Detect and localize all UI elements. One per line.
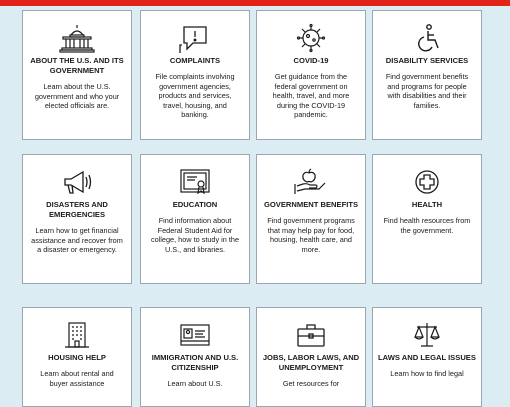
topic-description: Learn about the U.S. government and who … (34, 82, 120, 111)
capitol-building-icon (57, 23, 97, 53)
topic-description: Learn how to get financial assistance an… (31, 226, 123, 255)
topic-description: Learn how to find legal (390, 369, 464, 378)
topic-card-health[interactable]: HEALTH Find health resources from the go… (372, 154, 482, 284)
topic-card-disasters-emergencies[interactable]: DISASTERS AND EMERGENCIES Learn how to g… (22, 154, 132, 284)
topic-description: Find health resources from the governmen… (383, 216, 471, 235)
topic-description: Learn about U.S. (167, 379, 223, 388)
topic-title: IMMIGRATION AND U.S. CITIZENSHIP (151, 353, 239, 372)
id-card-icon (175, 320, 215, 350)
topic-card-covid-19[interactable]: COVID-19 Get guidance from the federal g… (256, 10, 366, 140)
topics-grid: ABOUT THE U.S. AND ITS GOVERNMENT Learn … (0, 0, 510, 407)
topic-title: GOVERNMENT BENEFITS (263, 200, 359, 209)
topic-card-government-benefits[interactable]: GOVERNMENT BENEFITS Find government prog… (256, 154, 366, 284)
topic-title: HEALTH (411, 200, 443, 209)
accessibility-icon (407, 23, 447, 53)
health-cross-icon (407, 167, 447, 197)
virus-icon (291, 23, 331, 53)
topic-title: JOBS, LABOR LAWS, AND UNEMPLOYMENT (262, 353, 360, 372)
topic-title: EDUCATION (172, 200, 218, 209)
topic-card-about-government[interactable]: ABOUT THE U.S. AND ITS GOVERNMENT Learn … (22, 10, 132, 140)
topic-description: Learn about rental and buyer assistance (40, 369, 114, 388)
topic-description: File complaints involving government age… (155, 72, 235, 120)
topic-title: HOUSING HELP (48, 353, 106, 362)
topic-card-disability-services[interactable]: DISABILITY SERVICES Find government bene… (372, 10, 482, 140)
topic-description: Get guidance from the federal government… (272, 72, 350, 120)
topic-title: LAWS AND LEGAL ISSUES (378, 353, 476, 362)
topic-card-housing-help[interactable]: HOUSING HELP Learn about rental and buye… (22, 307, 132, 407)
topic-card-laws-legal-issues[interactable]: LAWS AND LEGAL ISSUES Learn how to find … (372, 307, 482, 407)
topic-description: Find government programs that may help p… (267, 216, 355, 254)
topic-card-education[interactable]: EDUCATION Find information about Federal… (140, 154, 250, 284)
topic-title: ABOUT THE U.S. AND ITS GOVERNMENT (30, 56, 124, 75)
topic-title: COMPLAINTS (169, 56, 221, 65)
speech-bubble-exclamation-icon (175, 23, 215, 53)
topic-title: DISASTERS AND EMERGENCIES (46, 200, 108, 219)
topic-title: COVID-19 (293, 56, 329, 65)
topic-card-immigration-citizenship[interactable]: IMMIGRATION AND U.S. CITIZENSHIP Learn a… (140, 307, 250, 407)
topic-description: Find information about Federal Student A… (150, 216, 240, 254)
topic-title: DISABILITY SERVICES (385, 56, 469, 65)
topic-description: Get resources for (282, 379, 340, 388)
topic-card-jobs-labor-unemployment[interactable]: JOBS, LABOR LAWS, AND UNEMPLOYMENT Get r… (256, 307, 366, 407)
briefcase-icon (291, 320, 331, 350)
apartment-building-icon (57, 320, 97, 350)
hand-with-apple-icon (291, 167, 331, 197)
topic-card-complaints[interactable]: COMPLAINTS File complaints involving gov… (140, 10, 250, 140)
diploma-certificate-icon (175, 167, 215, 197)
megaphone-icon (57, 167, 97, 197)
topic-description: Find government benefits and programs fo… (385, 72, 469, 110)
scales-of-justice-icon (407, 320, 447, 350)
